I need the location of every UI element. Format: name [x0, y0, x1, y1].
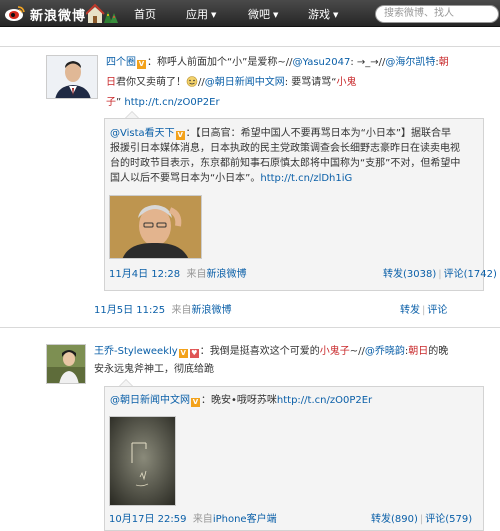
highlight-text: 子 — [106, 97, 116, 108]
repost-text-line: 报援引日本媒体消息，日本执政的民主党政策调查会长细野志豪昨日在读卖电视 — [110, 142, 460, 155]
repost-actions: 转发(3038) | 评论(1742) — [383, 269, 497, 280]
nav-apps[interactable]: 应用 ▼ — [186, 6, 216, 22]
post-actions: 转发 | 评论 — [400, 305, 448, 316]
source-link[interactable]: 新浪微博 — [191, 305, 231, 316]
repost-text-line: 台的时政节目表示，东京都前知事石原慎太郎将中国称为“支那”不对，但希望中 — [110, 157, 460, 170]
chevron-down-icon: ▼ — [273, 11, 279, 19]
repost-pointer — [125, 111, 139, 118]
repost-image-thumbnail[interactable] — [109, 195, 202, 259]
highlight-text: 小鬼 — [336, 77, 357, 88]
mention-link[interactable]: @海尔凯特 — [385, 57, 435, 68]
post-timestamp[interactable]: 11月5日 11:25 — [94, 305, 165, 316]
source-prefix: 来自 — [171, 305, 192, 316]
avatar[interactable] — [46, 55, 98, 99]
mention-link[interactable]: @朝日新闻中文网 — [205, 77, 285, 88]
repost-text: ：【日高官：希望中国人不要再骂日本为“小日本”】据联合早 — [185, 128, 452, 139]
source-prefix: 来自 — [192, 514, 213, 525]
verified-badge-icon: V — [175, 131, 185, 140]
nav-home-label: 首页 — [134, 8, 156, 21]
post-text: // — [198, 77, 205, 88]
divider — [0, 46, 500, 47]
post-body-line: 王乔-Styleweekly V ♥ ：我倒是挺喜欢这个可爱的小鬼子~//@乔晓韵:朝… — [94, 345, 448, 358]
post-text: ：称呼人前面加个“小”是爱称~// — [147, 57, 293, 68]
search-input[interactable]: 搜索微博、找人 — [375, 5, 499, 23]
post-body-line: 子” http://t.cn/zO0P2Er — [106, 96, 220, 109]
chevron-down-icon: ▼ — [211, 11, 217, 19]
post-text: 安永远鬼斧神工，彻底给跪 — [94, 364, 214, 375]
short-url-link[interactable]: http://t.cn/zO0P2Er — [277, 395, 372, 406]
short-url-link[interactable]: http://t.cn/zO0P2Er — [124, 97, 219, 108]
post-body-line: 四个圈 V ：称呼人前面加个“小”是爱称~//@Yasu2047: →_→//@海尔… — [106, 56, 449, 69]
highlight-text: 日 — [106, 77, 116, 88]
user-photo — [47, 56, 97, 98]
repost-text-line: @朝日新闻中文网 V ：晚安•哦呀苏咪http://t.cn/zO0P2Er — [110, 395, 373, 407]
post-body-line: 日君你又卖萌了！ //@朝日新闻中文网: 要骂请骂“小鬼 — [106, 76, 356, 89]
repost-author-name[interactable]: @朝日新闻中文网 — [110, 395, 190, 406]
repost-actions: 转发(890) | 评论(579) — [371, 514, 473, 525]
mention-link[interactable]: @Yasu2047 — [292, 57, 350, 68]
highlight-text: 朝 — [438, 57, 449, 68]
portrait-photo — [110, 196, 201, 258]
top-navigation-bar: 新浪微博 首页 应用 ▼ 微吧 ▼ 游戏 ▼ 搜索微博、找人 — [0, 0, 500, 27]
verified-badge-icon: V — [137, 60, 146, 69]
post-text: ~// — [349, 346, 365, 357]
repost-text: 台的时政节目表示，东京都前知事石原慎太郎将中国称为“支那”不对，但希望中 — [110, 158, 461, 169]
post-meta: 11月5日 11:25 来自新浪微博 — [94, 305, 231, 317]
nav-games[interactable]: 游戏 ▼ — [308, 6, 338, 22]
festive-decoration-icon — [86, 3, 118, 23]
source-link[interactable]: iPhone客户端 — [213, 514, 277, 525]
post-text: : 要骂请骂“ — [284, 77, 337, 88]
author-name[interactable]: 四个圈 — [106, 57, 136, 68]
repost-meta: 10月17日 22:59 来自iPhone客户端 — [109, 514, 277, 526]
repost-text-line: @Vista看天下 V ：【日高官：希望中国人不要再骂日本为“小日本”】据联合早 — [110, 127, 451, 140]
nav-weiba[interactable]: 微吧 ▼ — [248, 6, 278, 22]
post-body-line: 安永远鬼斧神工，彻底给跪 — [94, 363, 214, 376]
repost-timestamp[interactable]: 11月4日 12:28 — [109, 269, 180, 280]
repost-pointer — [119, 379, 133, 386]
weibo-logo[interactable]: 新浪微博 — [2, 3, 120, 24]
repost-text: 报援引日本媒体消息，日本执政的民主党政策调查会长细野志豪昨日在读卖电视 — [110, 143, 460, 154]
repost-meta: 11月4日 12:28 来自新浪微博 — [109, 269, 246, 281]
repost-timestamp[interactable]: 10月17日 22:59 — [109, 514, 186, 525]
divider — [0, 327, 500, 328]
author-name[interactable]: 王乔-Styleweekly — [94, 346, 178, 357]
nav-weiba-label: 微吧 — [248, 8, 270, 21]
user-photo — [47, 345, 85, 383]
repost-link[interactable]: 转发 — [400, 305, 420, 316]
repost-text-line: 国人以后不要骂日本为“小日本”。http://t.cn/zlDh1iG — [110, 172, 352, 185]
post-text: 的晚 — [428, 346, 449, 357]
member-badge-icon: ♥ — [189, 349, 199, 358]
source-link[interactable]: 新浪微博 — [206, 269, 246, 280]
nav-apps-label: 应用 — [186, 8, 208, 21]
comment-count-link[interactable]: 评论(579) — [425, 514, 472, 525]
emoji-icon — [186, 76, 198, 87]
repost-text: 晚安•哦呀苏咪 — [211, 395, 277, 406]
post-text: 君你又卖萌了！ — [116, 77, 186, 88]
repost-count-link[interactable]: 转发(3038) — [383, 269, 436, 280]
highlight-text: 朝日 — [408, 346, 429, 357]
repost-count-link[interactable]: 转发(890) — [371, 514, 418, 525]
verified-badge-icon: V — [191, 398, 200, 407]
post-text: ：我倒是挺喜欢这个可爱的 — [199, 346, 320, 357]
comment-link[interactable]: 评论 — [427, 305, 447, 316]
highlight-text: 小鬼子 — [319, 346, 350, 357]
mention-link[interactable]: @乔晓韵 — [365, 346, 405, 357]
source-prefix: 来自 — [186, 269, 207, 280]
repost-text: 国人以后不要骂日本为“小日本”。 — [110, 173, 261, 184]
short-url-link[interactable]: http://t.cn/zlDh1iG — [260, 173, 352, 184]
post-text: : →_→// — [350, 57, 386, 68]
chevron-down-icon: ▼ — [333, 11, 339, 19]
nav-games-label: 游戏 — [308, 8, 330, 21]
photo-thumbnail — [110, 417, 175, 505]
verified-badge-icon: V — [178, 349, 188, 358]
comment-count-link[interactable]: 评论(1742) — [444, 269, 497, 280]
avatar[interactable] — [46, 344, 86, 384]
repost-image-thumbnail[interactable] — [109, 416, 176, 506]
weibo-eye-icon — [5, 6, 25, 21]
repost-author-name[interactable]: @Vista看天下 — [110, 128, 175, 139]
nav-home[interactable]: 首页 — [134, 6, 156, 22]
logo-text: 新浪微博 — [30, 9, 87, 24]
